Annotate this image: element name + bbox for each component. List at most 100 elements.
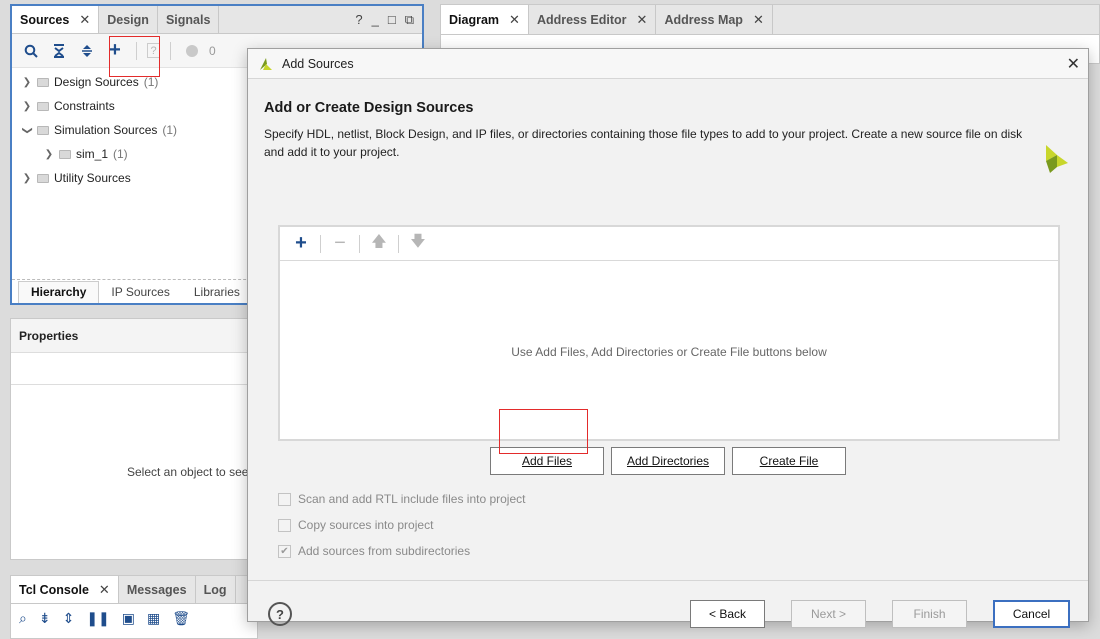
tab-label: Messages	[126, 582, 187, 597]
tab-signals[interactable]: Signals	[158, 6, 220, 33]
button-label: Next >	[810, 607, 846, 621]
dialog-title: Add Sources	[282, 56, 354, 71]
toolbar-divider	[359, 234, 360, 253]
add-subdirectories-checkbox[interactable]: ✔ Add sources from subdirectories	[278, 544, 470, 558]
tree-item-count: (1)	[162, 123, 178, 137]
status-dot-icon	[181, 40, 203, 62]
table-icon[interactable]: ▦	[147, 610, 160, 627]
folder-icon	[59, 149, 71, 159]
expand-all-icon[interactable]	[76, 40, 98, 62]
tab-design[interactable]: Design	[99, 6, 158, 33]
chevron-right-icon[interactable]: ❯	[22, 77, 32, 88]
add-sources-dialog: Add Sources ✕ Add or Create Design Sourc…	[247, 48, 1089, 628]
tree-item-count: (1)	[113, 147, 128, 161]
add-directories-button[interactable]: Add Directories	[611, 447, 725, 475]
collapse-all-icon[interactable]: ⇟	[39, 610, 51, 627]
create-file-button[interactable]: Create File	[732, 447, 846, 475]
diagram-tabbar: Diagram ✕ Address Editor ✕ Address Map ✕	[441, 5, 1099, 35]
close-icon[interactable]: ✕	[79, 12, 90, 28]
close-icon[interactable]: ✕	[99, 582, 110, 598]
properties-placeholder: Select an object to see	[127, 465, 249, 479]
tree-item-label: Constraints	[54, 99, 115, 113]
toolbar-divider	[398, 234, 399, 253]
chevron-right-icon[interactable]: ❯	[22, 173, 32, 184]
tab-address-editor[interactable]: Address Editor ✕	[529, 5, 657, 34]
highlight-box	[499, 409, 588, 454]
folder-icon	[37, 173, 49, 183]
tree-item-label: Simulation Sources	[54, 123, 158, 137]
tree-item-label: sim_1	[76, 147, 109, 161]
help-button[interactable]: ?	[268, 602, 292, 626]
properties-subheader	[11, 353, 249, 385]
toolbar-divider	[170, 41, 171, 60]
source-file-list[interactable]: + − 🡅 🡇 Use Add Files, Add Directories o…	[278, 225, 1060, 441]
tcl-console-panel: Tcl Console ✕ Messages Log ⌕ ⇟ ⇕ ❚❚ ▣ ▦ …	[10, 575, 258, 639]
tcl-tabbar: Tcl Console ✕ Messages Log	[11, 576, 257, 604]
tab-label: Diagram	[449, 12, 500, 27]
search-icon[interactable]: ⌕	[19, 610, 27, 627]
remove-icon[interactable]: −	[329, 232, 351, 255]
copy-sources-checkbox[interactable]: Copy sources into project	[278, 518, 433, 532]
search-icon[interactable]	[20, 40, 42, 62]
button-label: < Back	[708, 607, 747, 621]
finish-button[interactable]: Finish	[892, 600, 967, 628]
vivado-logo-icon	[260, 57, 272, 70]
cancel-button[interactable]: Cancel	[993, 600, 1070, 628]
tab-sources[interactable]: Sources ✕	[12, 6, 100, 33]
tree-item-label: Design Sources	[54, 75, 139, 89]
tab-label: Address Map	[664, 12, 743, 27]
next-button[interactable]: Next >	[791, 600, 866, 628]
back-button[interactable]: < Back	[690, 600, 765, 628]
button-label: Create File	[759, 454, 819, 468]
tab-label: Design	[107, 12, 149, 27]
tab-label: Log	[203, 582, 227, 597]
move-down-icon[interactable]: 🡇	[407, 233, 429, 255]
tab-tcl-console[interactable]: Tcl Console ✕	[11, 576, 119, 603]
dialog-body: Add or Create Design Sources Specify HDL…	[248, 79, 1088, 628]
checkmark-icon[interactable]: ✔	[278, 544, 291, 558]
checkbox-box[interactable]	[278, 492, 291, 506]
close-icon[interactable]: ✕	[509, 12, 520, 28]
tab-label: Sources	[20, 12, 70, 27]
close-icon[interactable]: ✕	[1067, 54, 1080, 74]
tab-log[interactable]: Log	[196, 576, 236, 603]
tree-item-label: Utility Sources	[54, 171, 131, 185]
checkbox-label: Copy sources into project	[298, 518, 434, 532]
float-icon[interactable]: ⧉	[405, 12, 414, 28]
button-label: Cancel	[1012, 607, 1051, 621]
properties-title: Properties	[11, 319, 249, 353]
close-icon[interactable]: ✕	[637, 12, 648, 28]
chevron-down-icon[interactable]: ❯	[22, 125, 33, 135]
chevron-right-icon[interactable]: ❯	[22, 101, 32, 112]
minimize-icon[interactable]: _	[372, 12, 379, 27]
maximize-icon[interactable]: □	[388, 12, 396, 27]
close-icon[interactable]: ✕	[753, 12, 764, 28]
tab-diagram[interactable]: Diagram ✕	[441, 5, 529, 34]
dialog-heading: Add or Create Design Sources	[264, 100, 474, 116]
copy-icon[interactable]: ▣	[122, 610, 135, 627]
folder-icon	[37, 77, 49, 87]
tab-messages[interactable]: Messages	[119, 576, 196, 603]
tree-item-count: (1)	[143, 75, 159, 89]
tab-libraries[interactable]: Libraries	[182, 285, 252, 299]
scan-rtl-include-checkbox[interactable]: Scan and add RTL include files into proj…	[278, 492, 525, 506]
collapse-all-icon[interactable]	[48, 40, 70, 62]
move-up-icon[interactable]: 🡅	[368, 233, 390, 255]
expand-all-icon[interactable]: ⇕	[63, 610, 75, 627]
button-label: Add Files	[521, 454, 573, 468]
add-icon[interactable]: +	[290, 232, 312, 255]
pause-icon[interactable]: ❚❚	[86, 610, 109, 627]
status-count: 0	[209, 43, 216, 58]
button-label: Add Directories	[626, 454, 710, 468]
vivado-logo-icon	[1046, 145, 1068, 173]
checkbox-label: Add sources from subdirectories	[298, 544, 471, 558]
chevron-right-icon[interactable]: ❯	[44, 149, 54, 160]
tab-ip-sources[interactable]: IP Sources	[99, 285, 181, 299]
toolbar-divider	[320, 234, 321, 253]
trash-icon[interactable]: 🗑	[172, 610, 190, 627]
sources-tabbar: Sources ✕ Design Signals ? _ □ ⧉	[12, 6, 422, 34]
tab-address-map[interactable]: Address Map ✕	[656, 5, 773, 34]
help-icon[interactable]: ?	[355, 12, 362, 27]
tab-hierarchy[interactable]: Hierarchy	[18, 280, 100, 303]
checkbox-box[interactable]	[278, 518, 291, 532]
